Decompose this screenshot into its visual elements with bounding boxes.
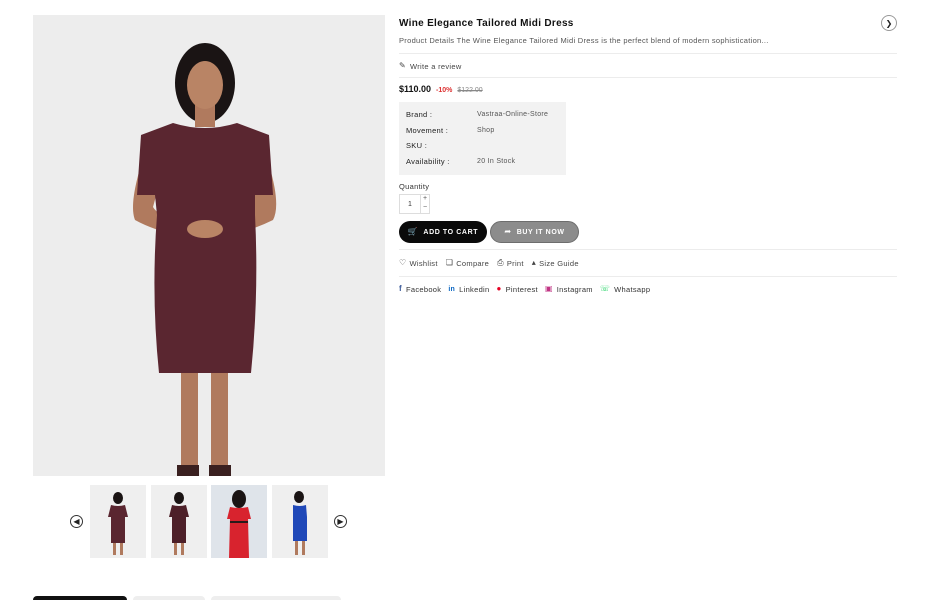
wishlist-label: Wishlist	[409, 258, 438, 268]
model-red-dress-thumbnail-image	[211, 485, 267, 558]
whatsapp-link[interactable]: ☏ Whatsapp	[600, 285, 650, 294]
divider	[399, 249, 897, 250]
quantity-input[interactable]	[400, 195, 420, 213]
write-review-link[interactable]: ✎ Write a review	[399, 60, 897, 72]
wishlist-link[interactable]: ♡ Wishlist	[399, 259, 438, 268]
ruler-icon: ▴	[531, 258, 537, 267]
chevron-left-icon: ◀	[73, 516, 80, 526]
spec-row-availability: Availability : 20 In Stock	[406, 154, 559, 170]
quantity-increase-button[interactable]: +	[421, 195, 429, 204]
pencil-icon: ✎	[399, 61, 407, 70]
facebook-link[interactable]: f Facebook	[399, 285, 441, 294]
spec-value[interactable]: Shop	[477, 123, 495, 139]
spec-row-brand: Brand : Vastraa-Online-Store	[406, 107, 559, 123]
utility-links: ♡ Wishlist ❏ Compare ⎙ Print ▴ Size Guid…	[399, 257, 897, 269]
thumbnail-2[interactable]	[151, 485, 207, 558]
model-back-thumbnail-image	[151, 485, 207, 558]
model-wine-dress-image	[33, 15, 385, 476]
instagram-icon: ▣	[544, 284, 553, 293]
tab-2[interactable]	[133, 596, 205, 600]
model-blue-dress-thumbnail-image	[272, 485, 328, 558]
linkedin-link[interactable]: in Linkedin	[448, 285, 489, 294]
spec-label: Brand :	[406, 110, 433, 119]
quantity-label: Quantity	[399, 182, 430, 191]
thumbnails-prev-button[interactable]: ◀	[70, 515, 83, 528]
instagram-link[interactable]: ▣ Instagram	[545, 285, 593, 294]
discount-badge: -10%	[436, 87, 453, 94]
buy-it-now-button[interactable]: ➦ BUY IT NOW	[490, 221, 579, 243]
quantity-decrease-button[interactable]: −	[421, 204, 429, 213]
quantity-stepper: + −	[399, 194, 430, 214]
pinterest-link[interactable]: ● Pinterest	[496, 285, 537, 294]
main-product-image[interactable]	[33, 15, 385, 476]
old-price: $122.00	[457, 87, 483, 94]
printer-icon: ⎙	[497, 258, 504, 267]
linkedin-label: Linkedin	[459, 284, 490, 294]
thumbnail-4[interactable]	[272, 485, 328, 558]
divider	[399, 77, 897, 78]
product-description: Product Details The Wine Elegance Tailor…	[399, 36, 769, 45]
price-row: $110.00 -10% $122.00	[399, 84, 897, 96]
spec-label: SKU :	[406, 141, 428, 150]
compare-label: Compare	[456, 258, 490, 268]
quantity-steps: + −	[420, 195, 429, 213]
current-price: $110.00	[399, 84, 432, 94]
cart-icon: 🛒	[407, 227, 419, 236]
thumbnails-next-button[interactable]: ▶	[334, 515, 347, 528]
instagram-label: Instagram	[556, 284, 593, 294]
compare-link[interactable]: ❏ Compare	[446, 259, 489, 268]
chevron-right-icon: ▶	[337, 516, 344, 526]
social-share-links: f Facebook in Linkedin ● Pinterest ▣ Ins…	[399, 283, 897, 295]
facebook-icon: f	[399, 284, 402, 293]
thumbnail-3[interactable]	[211, 485, 267, 558]
add-to-cart-label: ADD TO CART	[423, 228, 479, 236]
chevron-right-icon: ❯	[885, 18, 893, 28]
whatsapp-label: Whatsapp	[614, 284, 651, 294]
tab-3[interactable]	[211, 596, 341, 600]
pinterest-icon: ●	[496, 284, 502, 293]
facebook-label: Facebook	[405, 284, 442, 294]
spec-row-sku: SKU :	[406, 138, 559, 154]
size-guide-link[interactable]: ▴ Size Guide	[532, 259, 579, 268]
divider	[399, 276, 897, 277]
product-info: Wine Elegance Tailored Midi Dress ❯ Prod…	[399, 15, 897, 295]
size-guide-label: Size Guide	[539, 258, 579, 268]
spec-value: 20 In Stock	[477, 157, 516, 165]
share-arrow-icon: ➦	[504, 227, 512, 236]
product-specs: Brand : Vastraa-Online-Store Movement : …	[399, 102, 566, 175]
compare-icon: ❏	[445, 258, 454, 267]
spec-value[interactable]: Vastraa-Online-Store	[477, 107, 548, 123]
model-front-thumbnail-image	[90, 485, 146, 558]
purchase-buttons: 🛒 ADD TO CART ➦ BUY IT NOW	[399, 221, 897, 243]
add-to-cart-button[interactable]: 🛒 ADD TO CART	[399, 221, 487, 243]
spec-row-movement: Movement : Shop	[406, 123, 559, 139]
whatsapp-icon: ☏	[599, 284, 611, 293]
linkedin-icon: in	[448, 285, 456, 293]
spec-label: Movement :	[406, 125, 449, 135]
product-title: Wine Elegance Tailored Midi Dress	[399, 18, 574, 29]
heart-icon: ♡	[399, 258, 407, 267]
buy-it-now-label: BUY IT NOW	[516, 228, 565, 236]
thumbnail-1[interactable]	[90, 485, 146, 558]
write-review-label: Write a review	[410, 61, 462, 71]
print-link[interactable]: ⎙ Print	[497, 259, 524, 268]
divider	[399, 53, 897, 54]
pinterest-label: Pinterest	[505, 284, 538, 294]
spec-label: Availability :	[406, 156, 450, 166]
print-label: Print	[506, 258, 524, 268]
next-product-button[interactable]: ❯	[881, 15, 897, 31]
tab-active[interactable]	[33, 596, 127, 600]
